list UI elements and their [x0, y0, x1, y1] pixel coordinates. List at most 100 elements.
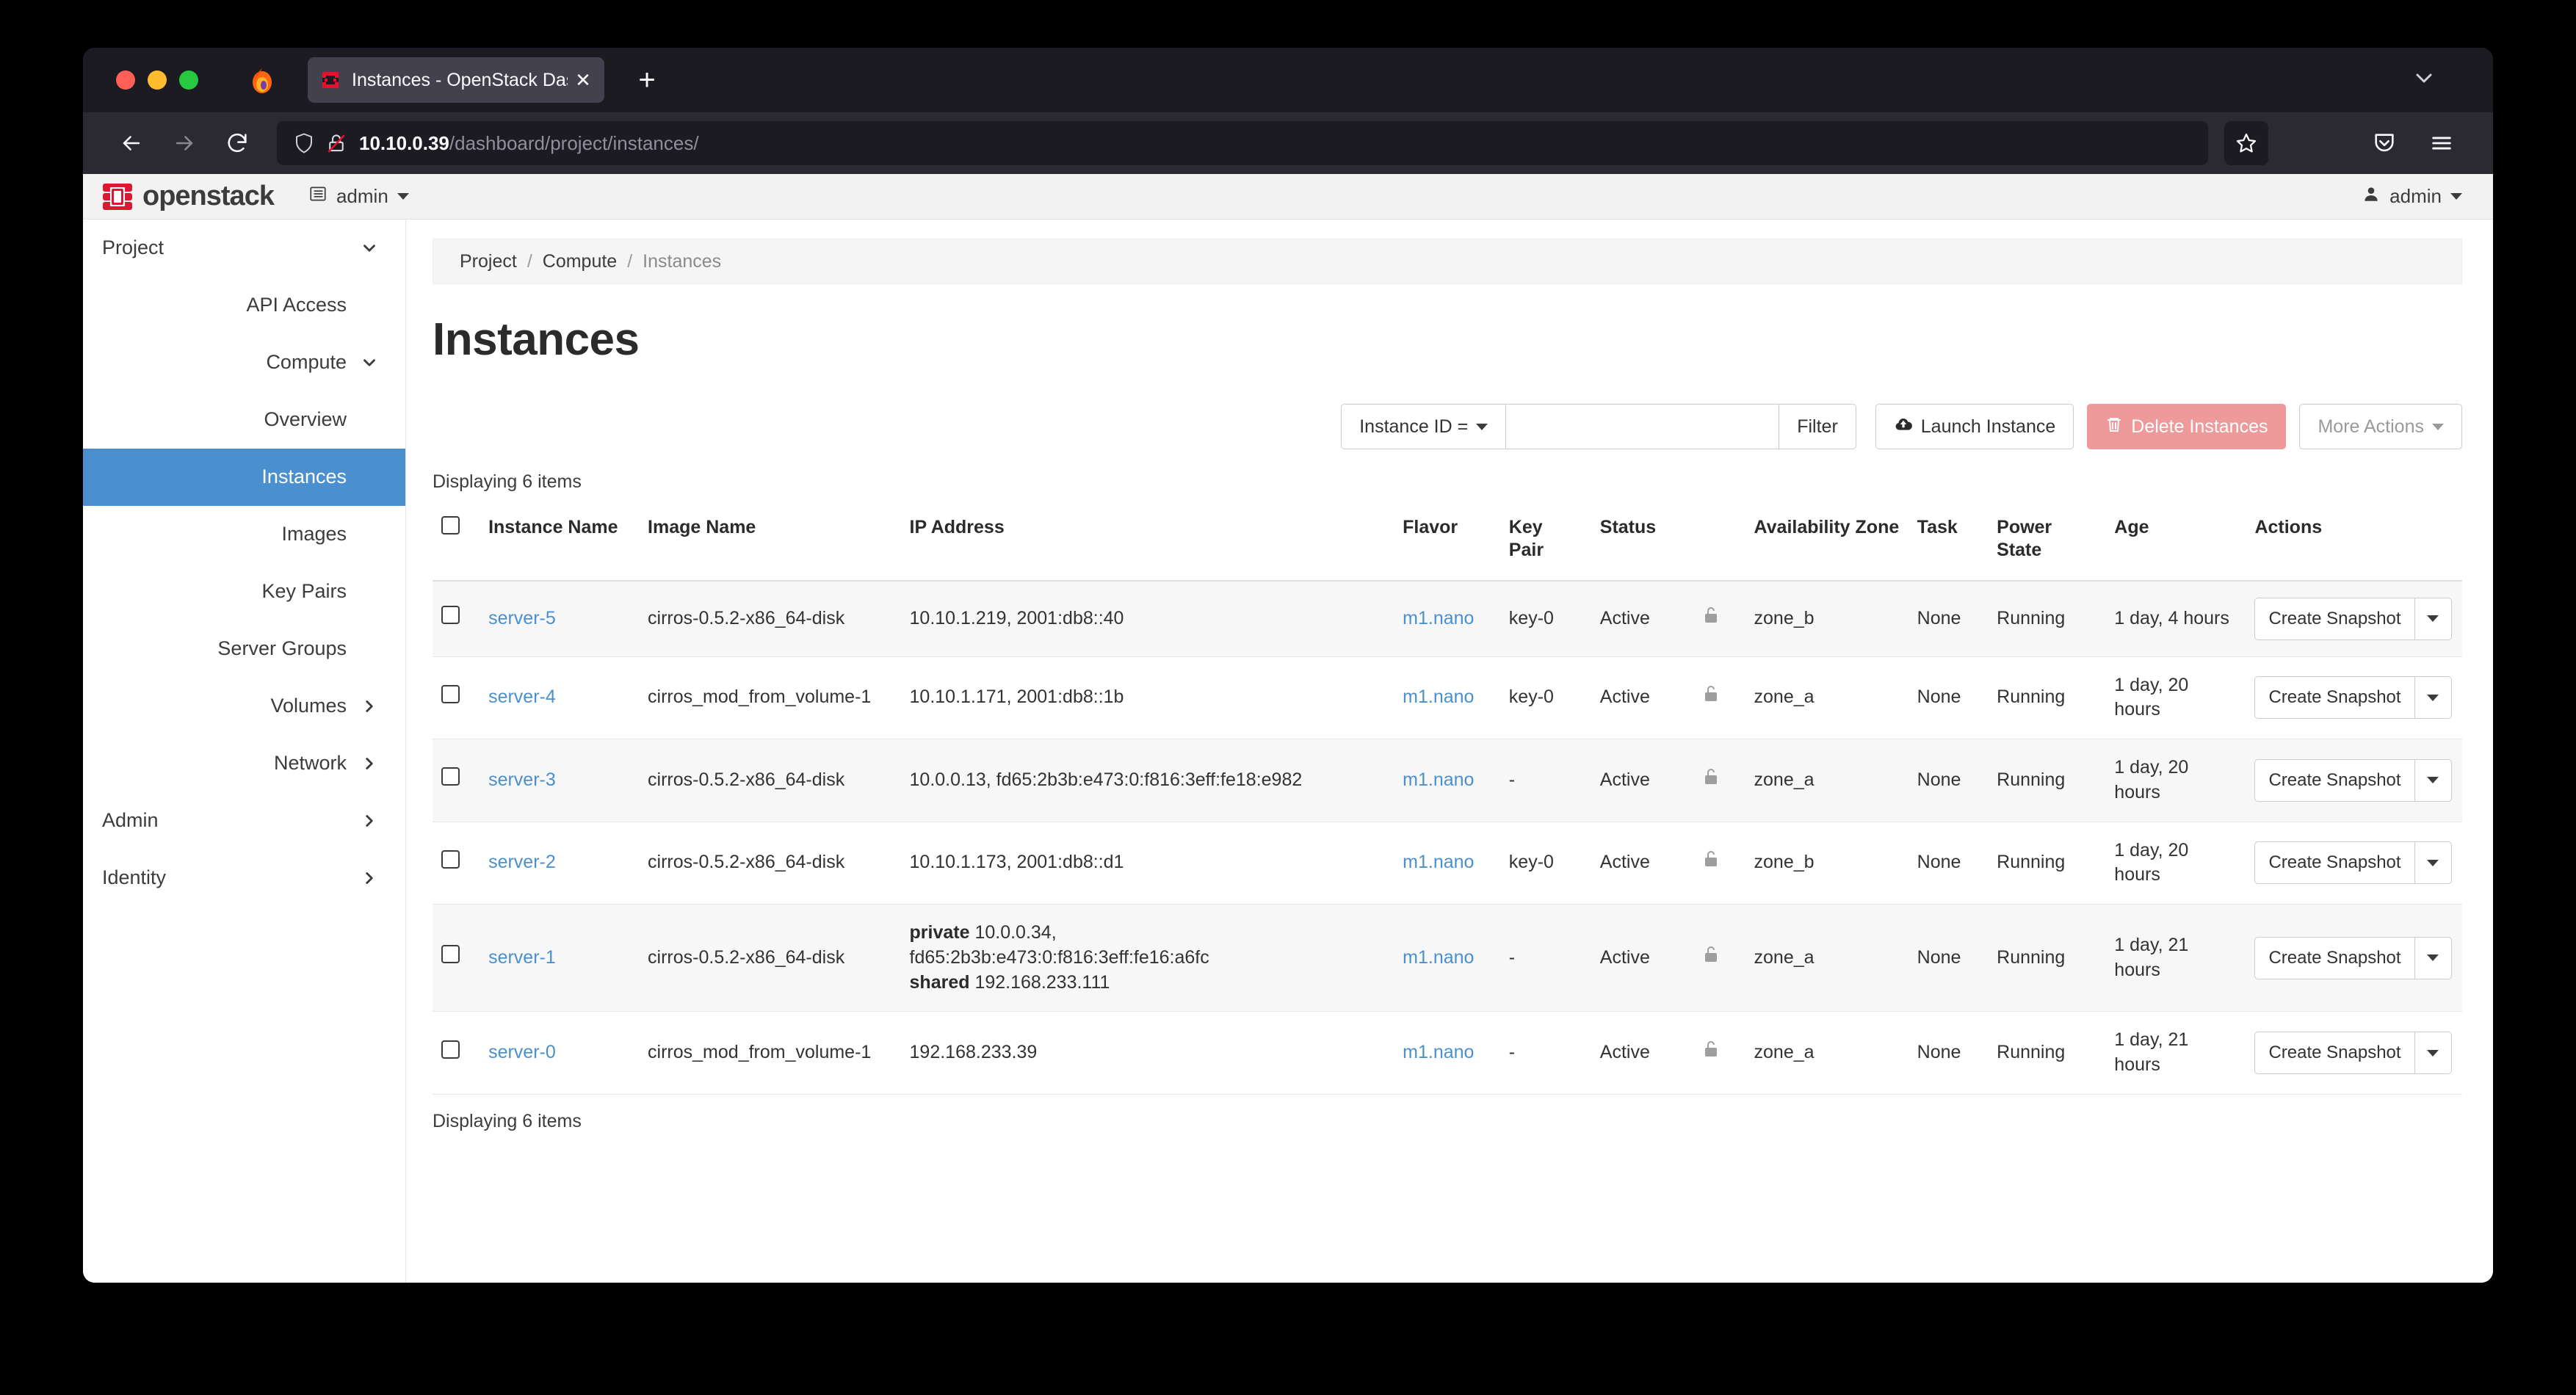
instance-name-link[interactable]: server-3: [488, 769, 556, 790]
chevron-right-icon: [360, 697, 379, 716]
url-bar[interactable]: 10.10.0.39/dashboard/project/instances/: [277, 121, 2208, 165]
reload-icon[interactable]: [217, 123, 258, 164]
back-arrow-icon[interactable]: [111, 123, 152, 164]
filter-button[interactable]: Filter: [1779, 404, 1856, 449]
instance-name-link[interactable]: server-1: [488, 947, 556, 968]
delete-instances-button[interactable]: Delete Instances: [2087, 404, 2287, 449]
ip-value: 192.168.233.111: [974, 971, 1110, 993]
column-header-power-state[interactable]: Power State: [1988, 506, 2106, 581]
star-icon[interactable]: [2224, 121, 2268, 165]
sidebar-item-identity[interactable]: Identity: [83, 849, 405, 907]
row-checkbox[interactable]: [441, 684, 460, 703]
sidebar-item-label: Overview: [264, 408, 347, 430]
row-checkbox[interactable]: [441, 849, 460, 869]
sidebar-item-network[interactable]: Network: [83, 735, 405, 792]
launch-instance-button[interactable]: Launch Instance: [1875, 404, 2074, 449]
sidebar-item-images[interactable]: Images: [83, 506, 405, 563]
chevron-down-icon: [2427, 1049, 2439, 1057]
row-checkbox[interactable]: [441, 606, 460, 625]
row-actions-dropdown-toggle[interactable]: [2414, 936, 2452, 979]
create-snapshot-button[interactable]: Create Snapshot: [2254, 676, 2415, 720]
actions-button-group: Create Snapshot: [2254, 758, 2452, 802]
maximize-window-button[interactable]: [179, 70, 198, 90]
cell-task: None: [1908, 904, 1989, 1012]
page-viewport: openstack admin admin Project API Access…: [83, 174, 2493, 1283]
item-count-top: Displaying 6 items: [433, 471, 582, 492]
breadcrumb-item-compute[interactable]: Compute: [543, 251, 617, 272]
cell-actions: Create Snapshot: [2246, 822, 2462, 905]
pocket-icon[interactable]: [2364, 123, 2405, 164]
select-all-checkbox[interactable]: [441, 516, 460, 535]
column-header-status[interactable]: Status: [1591, 506, 1694, 581]
sidebar-item-server-groups[interactable]: Server Groups: [83, 620, 405, 678]
new-tab-button[interactable]: +: [632, 65, 662, 95]
column-header-ip-address[interactable]: IP Address: [900, 506, 1394, 581]
instance-name-link[interactable]: server-0: [488, 1042, 556, 1062]
row-actions-dropdown-toggle[interactable]: [2414, 676, 2452, 720]
chevron-down-icon: [2432, 423, 2444, 430]
column-header-instance-name[interactable]: Instance Name: [480, 506, 640, 581]
sidebar-item-admin[interactable]: Admin: [83, 792, 405, 849]
table-toolbar: Instance ID = Filter Launch Instance Del…: [433, 404, 2462, 449]
user-menu[interactable]: admin: [2362, 184, 2462, 209]
create-snapshot-button[interactable]: Create Snapshot: [2254, 597, 2415, 640]
openstack-favicon-icon: [321, 70, 340, 90]
cell-power-state: Running: [1988, 904, 2106, 1012]
flavor-link[interactable]: m1.nano: [1403, 1042, 1474, 1062]
column-header-image-name[interactable]: Image Name: [639, 506, 901, 581]
unlocked-padlock-icon: [1702, 944, 1720, 965]
row-checkbox[interactable]: [441, 767, 460, 786]
column-header-age[interactable]: Age: [2105, 506, 2246, 581]
project-switcher[interactable]: admin: [308, 184, 409, 209]
column-header-task[interactable]: Task: [1908, 506, 1989, 581]
cell-age: 1 day, 21 hours: [2105, 1011, 2246, 1095]
create-snapshot-button[interactable]: Create Snapshot: [2254, 936, 2415, 979]
row-checkbox[interactable]: [441, 945, 460, 964]
more-actions-button[interactable]: More Actions: [2299, 404, 2462, 449]
close-window-button[interactable]: [116, 70, 135, 90]
filter-field-select[interactable]: Instance ID =: [1341, 404, 1507, 449]
column-header-availability-zone[interactable]: Availability Zone: [1745, 506, 1909, 581]
filter-input[interactable]: [1506, 404, 1780, 449]
flavor-link[interactable]: m1.nano: [1403, 852, 1474, 872]
sidebar-item-compute[interactable]: Compute: [83, 334, 405, 391]
table-body: server-5 cirros-0.5.2-x86_64-disk 10.10.1.…: [433, 580, 2462, 1095]
sidebar-item-overview[interactable]: Overview: [83, 391, 405, 449]
ip-line: fd65:2b3b:e473:0:f816:3eff:fe16:a6fc: [910, 946, 1386, 971]
row-actions-dropdown-toggle[interactable]: [2414, 841, 2452, 885]
instance-name-link[interactable]: server-2: [488, 852, 556, 872]
unlocked-padlock-icon: [1702, 605, 1720, 626]
instance-name-link[interactable]: server-4: [488, 686, 556, 707]
chevron-down-icon: [2450, 193, 2462, 200]
row-actions-dropdown-toggle[interactable]: [2414, 1032, 2452, 1074]
browser-tab-active[interactable]: Instances - OpenStack Dashboa ✕: [308, 57, 604, 103]
instance-name-link[interactable]: server-5: [488, 608, 556, 628]
flavor-link[interactable]: m1.nano: [1403, 947, 1474, 968]
forward-arrow-icon[interactable]: [164, 123, 205, 164]
create-snapshot-button[interactable]: Create Snapshot: [2254, 758, 2415, 802]
lock-crossed-icon[interactable]: [325, 132, 347, 154]
create-snapshot-button[interactable]: Create Snapshot: [2254, 841, 2415, 885]
minimize-window-button[interactable]: [148, 70, 167, 90]
sidebar-item-instances[interactable]: Instances: [83, 449, 405, 506]
row-checkbox[interactable]: [441, 1040, 460, 1059]
column-header-key-pair[interactable]: Key Pair: [1499, 506, 1591, 581]
openstack-brand[interactable]: openstack: [102, 181, 275, 212]
tab-list-chevron-icon[interactable]: [2411, 65, 2437, 95]
flavor-link[interactable]: m1.nano: [1403, 686, 1474, 707]
create-snapshot-button[interactable]: Create Snapshot: [2254, 1032, 2415, 1074]
row-actions-dropdown-toggle[interactable]: [2414, 758, 2452, 802]
chevron-down-icon: [360, 239, 379, 258]
close-tab-icon[interactable]: ✕: [574, 70, 593, 90]
row-actions-dropdown-toggle[interactable]: [2414, 597, 2452, 640]
sidebar-item-api-access[interactable]: API Access: [83, 277, 405, 334]
sidebar-item-project[interactable]: Project: [83, 220, 405, 277]
sidebar-item-volumes[interactable]: Volumes: [83, 678, 405, 735]
breadcrumb-item-project[interactable]: Project: [460, 251, 517, 272]
flavor-link[interactable]: m1.nano: [1403, 769, 1474, 790]
column-header-flavor[interactable]: Flavor: [1394, 506, 1500, 581]
sidebar-item-label: Identity: [102, 866, 167, 888]
flavor-link[interactable]: m1.nano: [1403, 608, 1474, 628]
hamburger-menu-icon[interactable]: [2421, 123, 2462, 164]
sidebar-item-key-pairs[interactable]: Key Pairs: [83, 563, 405, 620]
